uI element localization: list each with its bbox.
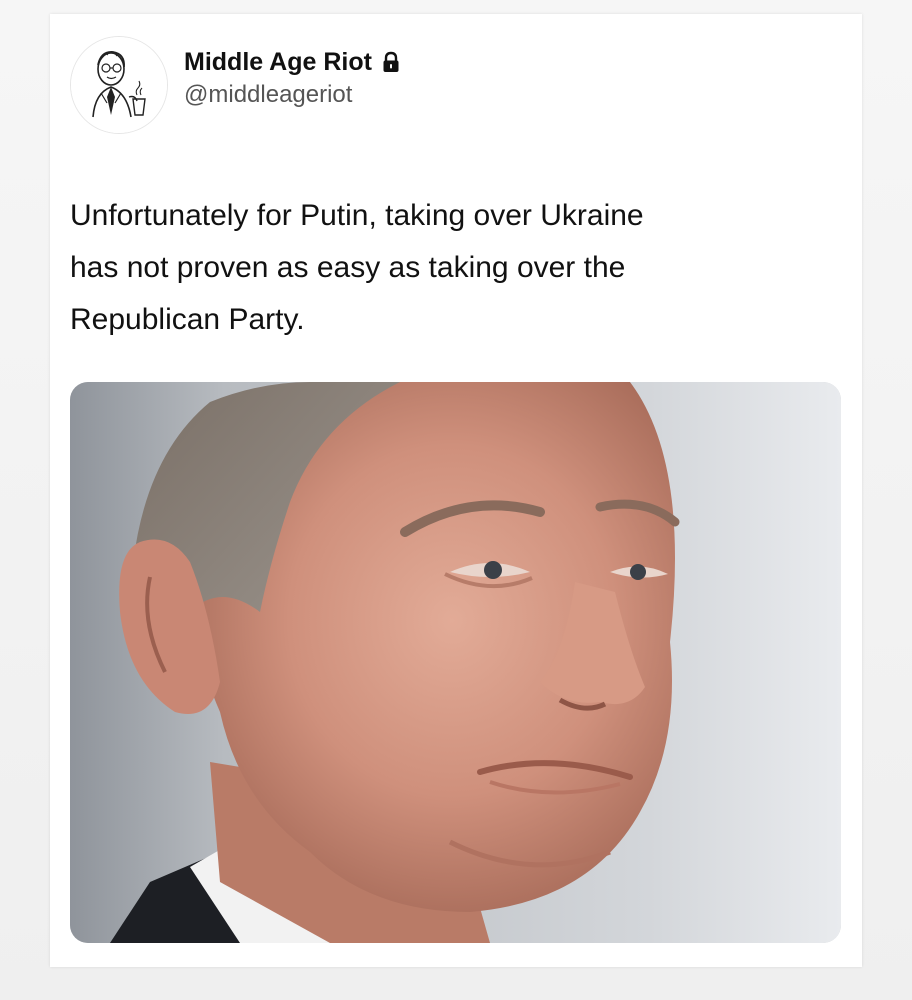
tweet-photo[interactable] [70,382,841,943]
tweet-text: Unfortunately for Putin, taking over Ukr… [70,199,644,336]
tweet-card[interactable]: Middle Age Riot @middleageriot Unfortuna… [50,14,862,967]
author-display-name-row[interactable]: Middle Age Riot [184,46,400,78]
author-display-name[interactable]: Middle Age Riot [184,46,372,78]
author-handle[interactable]: @middleageriot [184,80,400,110]
author-names: Middle Age Riot @middleageriot [184,46,400,110]
page: Middle Age Riot @middleageriot Unfortuna… [0,0,912,1000]
lock-icon [382,51,400,73]
sketched-man-avatar-icon [71,37,167,133]
tweet-header: Middle Age Riot @middleageriot [70,36,830,136]
portrait-image [70,382,841,943]
author-avatar[interactable] [70,36,168,134]
